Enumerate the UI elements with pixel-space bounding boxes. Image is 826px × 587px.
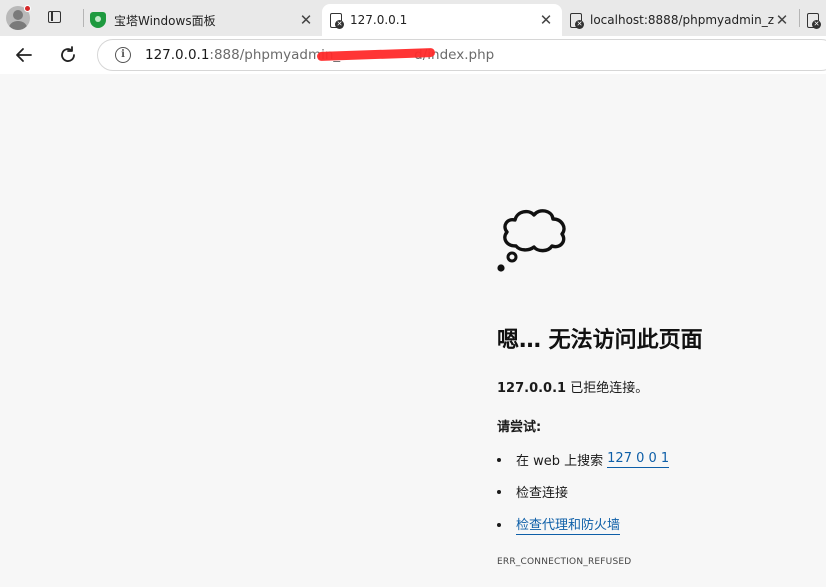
tab-title: 127.0.0.1 xyxy=(350,13,408,27)
profile-notification-dot xyxy=(24,5,31,12)
close-tab-icon[interactable]: ✕ xyxy=(538,12,554,28)
site-info-icon[interactable]: i xyxy=(115,47,131,63)
close-tab-icon[interactable]: ✕ xyxy=(298,12,314,28)
suggestion-proxy-firewall: 检查代理和防火墙 xyxy=(497,514,621,535)
tab-title: 宝塔Windows面板 xyxy=(114,13,216,28)
tab-partial[interactable]: ✕ xyxy=(804,4,826,36)
error-host: 127.0.0.1 xyxy=(497,381,567,396)
bt-panel-shield-icon xyxy=(90,12,106,28)
tab-localhost-phpmyadmin[interactable]: ✕ localhost:8888/phpmyadmin_zdo ✕ xyxy=(562,4,798,36)
back-button[interactable] xyxy=(10,41,38,69)
tab-strip: 宝塔Windows面板 ✕ ✕ 127.0.0.1 ✕ ✕ localhost:… xyxy=(0,0,826,36)
suggestion-search: 在 web 上搜索 127 0 0 1 xyxy=(497,450,670,469)
suggestion-search-prefix: 在 web 上搜索 xyxy=(516,454,604,469)
refresh-button[interactable] xyxy=(54,41,82,69)
tab-127-0-0-1[interactable]: ✕ 127.0.0.1 ✕ xyxy=(322,4,562,36)
tab-separator xyxy=(799,9,800,27)
try-label: 请尝试: xyxy=(497,420,542,435)
error-detail: 127.0.0.1 已拒绝连接。 xyxy=(497,377,648,396)
error-page-icon: ✕ xyxy=(330,12,344,29)
url-host: 127.0.0.1 xyxy=(145,47,210,63)
browser-toolbar: i 127.0.0.1:888/phpmyadmin_ d/index.php xyxy=(0,36,826,74)
address-bar[interactable]: i 127.0.0.1:888/phpmyadmin_ d/index.php xyxy=(97,39,826,71)
check-proxy-firewall-link[interactable]: 检查代理和防火墙 xyxy=(516,514,621,535)
error-headline: 嗯… 无法访问此页面 xyxy=(497,328,703,353)
back-arrow-icon xyxy=(16,48,32,62)
tab-bt-panel[interactable]: 宝塔Windows面板 ✕ xyxy=(84,4,322,36)
error-page-icon: ✕ xyxy=(807,12,821,29)
thought-cloud-icon xyxy=(497,209,566,272)
bullet xyxy=(497,457,501,462)
bullet xyxy=(497,522,501,527)
refresh-icon xyxy=(61,46,75,62)
tab-title: localhost:8888/phpmyadmin_zdo xyxy=(590,13,774,27)
tab-actions-menu-icon[interactable] xyxy=(44,7,66,29)
search-web-link[interactable]: 127 0 0 1 xyxy=(607,451,670,468)
url-text[interactable]: 127.0.0.1:888/phpmyadmin_ d/index.php xyxy=(145,47,494,63)
close-tab-icon[interactable]: ✕ xyxy=(774,12,790,28)
error-message: 已拒绝连接。 xyxy=(566,381,649,396)
error-page-icon: ✕ xyxy=(570,12,584,29)
suggestion-check-connection: 检查连接 xyxy=(497,482,568,501)
error-code: ERR_CONNECTION_REFUSED xyxy=(497,557,632,567)
suggestion-check-connection-text: 检查连接 xyxy=(516,486,569,501)
bullet xyxy=(497,489,501,494)
